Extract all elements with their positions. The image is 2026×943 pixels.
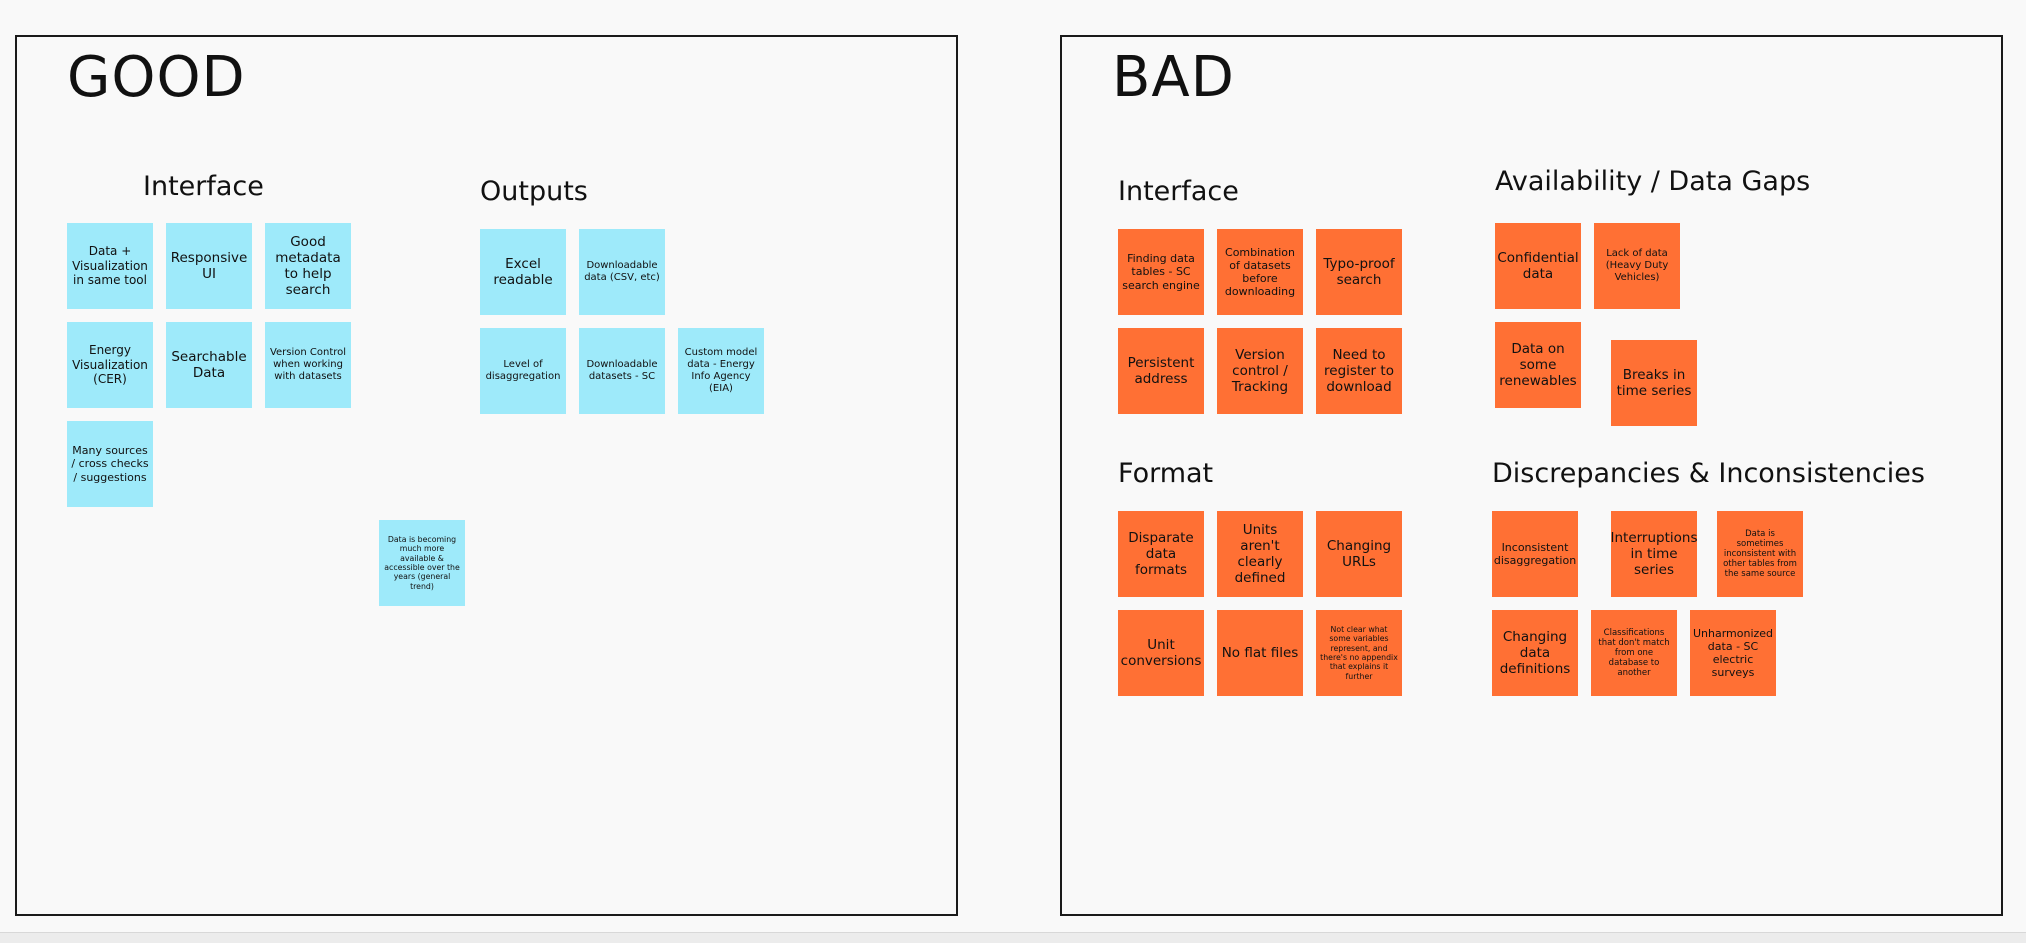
sticky-note[interactable]: Good metadata to help search xyxy=(265,223,351,309)
good-section-interface: Interface xyxy=(143,171,264,202)
sticky-note[interactable]: Custom model data - Energy Info Agency (… xyxy=(678,328,764,414)
sticky-note[interactable]: Confidential data xyxy=(1495,223,1581,309)
sticky-note[interactable]: Lack of data (Heavy Duty Vehicles) xyxy=(1594,223,1680,309)
bad-section-interface: Interface xyxy=(1118,176,1239,207)
sticky-note[interactable]: No flat files xyxy=(1217,610,1303,696)
sticky-note[interactable]: Excel readable xyxy=(480,229,566,315)
sticky-note[interactable]: Data is becoming much more available & a… xyxy=(379,520,465,606)
sticky-note[interactable]: Typo-proof search xyxy=(1316,229,1402,315)
sticky-note[interactable]: Data on some renewables xyxy=(1495,322,1581,408)
sticky-note[interactable]: Downloadable datasets - SC xyxy=(579,328,665,414)
sticky-note[interactable]: Data is sometimes inconsistent with othe… xyxy=(1717,511,1803,597)
sticky-note[interactable]: Searchable Data xyxy=(166,322,252,408)
sticky-note[interactable]: Interruptions in time series xyxy=(1611,511,1697,597)
bad-section-availability: Availability / Data Gaps xyxy=(1495,166,1811,197)
sticky-note[interactable]: Disparate data formats xyxy=(1118,511,1204,597)
sticky-note[interactable]: Not clear what some variables represent,… xyxy=(1316,610,1402,696)
canvas-bottom-edge xyxy=(0,932,2026,943)
bad-frame[interactable]: BAD Interface Availability / Data Gaps F… xyxy=(1060,35,2003,916)
sticky-note[interactable]: Responsive UI xyxy=(166,223,252,309)
sticky-note[interactable]: Combination of datasets before downloadi… xyxy=(1217,229,1303,315)
sticky-note[interactable]: Inconsistent disaggregation xyxy=(1492,511,1578,597)
sticky-note[interactable]: Many sources / cross checks / suggestion… xyxy=(67,421,153,507)
good-frame[interactable]: GOOD Interface Outputs Data + Visualizat… xyxy=(15,35,958,916)
sticky-note[interactable]: Need to register to download xyxy=(1316,328,1402,414)
sticky-note[interactable]: Version Control when working with datase… xyxy=(265,322,351,408)
bad-frame-title: BAD xyxy=(1112,45,1235,110)
sticky-note[interactable]: Units aren't clearly defined xyxy=(1217,511,1303,597)
sticky-note[interactable]: Unharmonized data - SC electric surveys xyxy=(1690,610,1776,696)
sticky-note[interactable]: Classifications that don't match from on… xyxy=(1591,610,1677,696)
sticky-note[interactable]: Finding data tables - SC search engine xyxy=(1118,229,1204,315)
bad-section-discrepancies: Discrepancies & Inconsistencies xyxy=(1492,458,1925,489)
sticky-note[interactable]: Changing URLs xyxy=(1316,511,1402,597)
sticky-note[interactable]: Breaks in time series xyxy=(1611,340,1697,426)
sticky-note[interactable]: Persistent address xyxy=(1118,328,1204,414)
sticky-note[interactable]: Level of disaggregation xyxy=(480,328,566,414)
sticky-note[interactable]: Energy Visualization (CER) xyxy=(67,322,153,408)
sticky-note[interactable]: Unit conversions xyxy=(1118,610,1204,696)
good-section-outputs: Outputs xyxy=(480,176,588,207)
sticky-note[interactable]: Version control / Tracking xyxy=(1217,328,1303,414)
sticky-note[interactable]: Data + Visualization in same tool xyxy=(67,223,153,309)
sticky-note[interactable]: Downloadable data (CSV, etc) xyxy=(579,229,665,315)
good-frame-title: GOOD xyxy=(67,45,246,110)
sticky-note[interactable]: Changing data definitions xyxy=(1492,610,1578,696)
bad-section-format: Format xyxy=(1118,458,1214,489)
